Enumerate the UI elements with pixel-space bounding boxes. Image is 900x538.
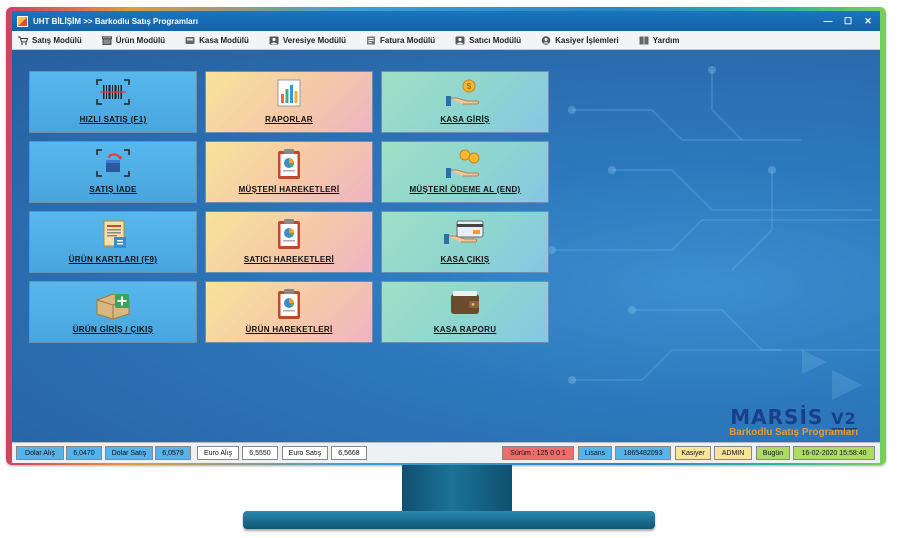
tile-kasa-raporu[interactable]: KASA RAPORU bbox=[381, 281, 549, 343]
menu-label: Satış Modülü bbox=[32, 35, 82, 45]
hand-coins-icon bbox=[446, 149, 480, 178]
tile-label: KASA ÇIKIŞ bbox=[440, 255, 490, 264]
return-box-icon bbox=[96, 149, 130, 177]
product-cards-icon bbox=[103, 220, 126, 248]
license-label: Lisans bbox=[578, 446, 612, 460]
clipboard-pie-icon bbox=[278, 219, 300, 249]
dolar-satis-label: Dolar Satış bbox=[105, 446, 153, 460]
title-bar: UHT BİLİŞİM >> Barkodlu Satış Programlar… bbox=[12, 11, 880, 31]
tile-musteri-hareketleri[interactable]: MÜŞTERİ HAREKETLERİ bbox=[205, 141, 373, 203]
menu-label: Satıcı Modülü bbox=[469, 35, 522, 45]
menu-satis-modulu[interactable]: Satış Modülü bbox=[12, 31, 82, 49]
logo-name: MARSİS V2 bbox=[729, 405, 858, 430]
box-plus-icon bbox=[96, 293, 130, 320]
menu-veresiye-modulu[interactable]: Veresiye Modülü bbox=[263, 31, 346, 49]
tile-kasa-giris[interactable]: $ KASA GİRİŞ bbox=[381, 71, 549, 133]
minimize-button[interactable]: — bbox=[820, 14, 836, 28]
box-icon bbox=[101, 35, 112, 45]
dolar-satis-value: 6,0579 bbox=[155, 446, 191, 460]
menu-label: Kasiyer İşlemleri bbox=[555, 35, 619, 45]
menu-label: Fatura Modülü bbox=[380, 35, 436, 45]
brand-logo: MARSİS V2 Barkodlu Satış Programları bbox=[729, 405, 858, 438]
app-subtitle: Barkodlu Satış Programları bbox=[94, 16, 198, 26]
monitor-stand-neck bbox=[402, 465, 512, 511]
tile-urun-hareketleri[interactable]: ÜRÜN HAREKETLERİ bbox=[205, 281, 373, 343]
user-circle-icon bbox=[541, 35, 551, 45]
tile-label: SATIŞ İADE bbox=[89, 185, 137, 194]
wallet-icon bbox=[451, 291, 479, 314]
cashier-label: Kasiyer bbox=[675, 446, 711, 460]
menu-fatura-modulu[interactable]: Fatura Modülü bbox=[360, 31, 435, 49]
tile-label: KASA RAPORU bbox=[433, 325, 497, 334]
cash-register-icon bbox=[185, 36, 195, 44]
tile-label: MÜŞTERİ HAREKETLERİ bbox=[238, 185, 340, 194]
clipboard-pie-icon bbox=[278, 289, 300, 319]
maximize-button[interactable]: ☐ bbox=[840, 14, 856, 28]
cashier-value: ADMIN bbox=[714, 446, 752, 460]
app-name: UHT BİLİŞİM bbox=[33, 16, 81, 26]
person-card-icon bbox=[269, 36, 279, 44]
title-separator: >> bbox=[83, 16, 93, 26]
menu-label: Veresiye Modülü bbox=[282, 35, 347, 45]
euro-alis-value: 6,5550 bbox=[242, 446, 278, 460]
tile-satis-iade[interactable]: SATIŞ İADE bbox=[29, 141, 197, 203]
clipboard-pie-icon bbox=[278, 149, 300, 179]
seller-icon bbox=[455, 36, 465, 44]
logo-tagline: Barkodlu Satış Programları bbox=[729, 427, 858, 438]
logo-wordmark: MARSİS bbox=[730, 405, 824, 429]
monitor-stand-base bbox=[243, 511, 655, 529]
tile-label: RAPORLAR bbox=[265, 115, 313, 124]
main-content: HIZLI SATIŞ (F1) RAPORLAR $ KASA GİRİŞ S… bbox=[12, 50, 880, 442]
tile-label: MÜŞTERİ ÖDEME AL (END) bbox=[409, 185, 521, 194]
help-book-icon bbox=[639, 36, 649, 44]
dolar-alis-label: Dolar Alış bbox=[16, 446, 64, 460]
tile-hizli-satis[interactable]: HIZLI SATIŞ (F1) bbox=[29, 71, 197, 133]
invoice-icon bbox=[367, 36, 376, 44]
menu-kasa-modulu[interactable]: Kasa Modülü bbox=[179, 31, 249, 49]
status-bar: Dolar Alış 6,0470 Dolar Satış 6,0579 Eur… bbox=[12, 442, 880, 463]
tile-label: HIZLI SATIŞ (F1) bbox=[79, 115, 147, 124]
tile-raporlar[interactable]: RAPORLAR bbox=[205, 71, 373, 133]
license-value: 1865482093 bbox=[615, 446, 671, 460]
svg-text:$: $ bbox=[467, 82, 472, 91]
tile-label: ÜRÜN HAREKETLERİ bbox=[245, 325, 333, 334]
app-window: UHT BİLİŞİM >> Barkodlu Satış Programlar… bbox=[12, 11, 880, 463]
hand-coin-icon: $ bbox=[446, 79, 479, 106]
menu-label: Ürün Modülü bbox=[115, 35, 166, 45]
menu-bar: Satış Modülü Ürün Modülü Kasa Modülü Ver… bbox=[12, 31, 880, 50]
tile-kasa-cikis[interactable]: KASA ÇIKIŞ bbox=[381, 211, 549, 273]
menu-label: Yardım bbox=[652, 35, 680, 45]
hand-card-icon bbox=[444, 220, 484, 244]
menu-satici-modulu[interactable]: Satıcı Modülü bbox=[449, 31, 521, 49]
tile-label: SATICI HAREKETLERİ bbox=[243, 255, 335, 264]
bar-chart-icon bbox=[277, 79, 301, 107]
menu-urun-modulu[interactable]: Ürün Modülü bbox=[96, 31, 165, 49]
euro-alis-label: Euro Alış bbox=[197, 446, 239, 460]
menu-yardim[interactable]: Yardım bbox=[633, 31, 680, 49]
tile-label: ÜRÜN GİRİŞ / ÇIKIŞ bbox=[72, 325, 154, 334]
tile-urun-kartlari[interactable]: ÜRÜN KARTLARI (F9) bbox=[29, 211, 197, 273]
dolar-alis-value: 6,0470 bbox=[66, 446, 102, 460]
barcode-icon bbox=[96, 79, 130, 105]
today-label: Bugün bbox=[756, 446, 790, 460]
app-logo-icon bbox=[17, 15, 28, 27]
menu-label: Kasa Modülü bbox=[199, 35, 249, 45]
window-title: UHT BİLİŞİM >> Barkodlu Satış Programlar… bbox=[33, 17, 820, 26]
tile-urun-giris-cikis[interactable]: ÜRÜN GİRİŞ / ÇIKIŞ bbox=[29, 281, 197, 343]
tile-label: KASA GİRİŞ bbox=[440, 115, 490, 124]
datetime-value: 16-02-2020 15:58:40 bbox=[793, 446, 875, 460]
euro-satis-label: Euro Satış bbox=[282, 446, 328, 460]
tile-label: ÜRÜN KARTLARI (F9) bbox=[68, 255, 158, 264]
cart-icon bbox=[18, 36, 28, 45]
tile-musteri-odeme-al[interactable]: MÜŞTERİ ÖDEME AL (END) bbox=[381, 141, 549, 203]
tile-satici-hareketleri[interactable]: SATICI HAREKETLERİ bbox=[205, 211, 373, 273]
euro-satis-value: 6,5668 bbox=[331, 446, 367, 460]
menu-kasiyer-islemleri[interactable]: Kasiyer İşlemleri bbox=[535, 31, 619, 49]
close-button[interactable]: ✕ bbox=[860, 14, 876, 28]
version-badge: Sürüm : 125 0 0 1 bbox=[502, 446, 574, 460]
